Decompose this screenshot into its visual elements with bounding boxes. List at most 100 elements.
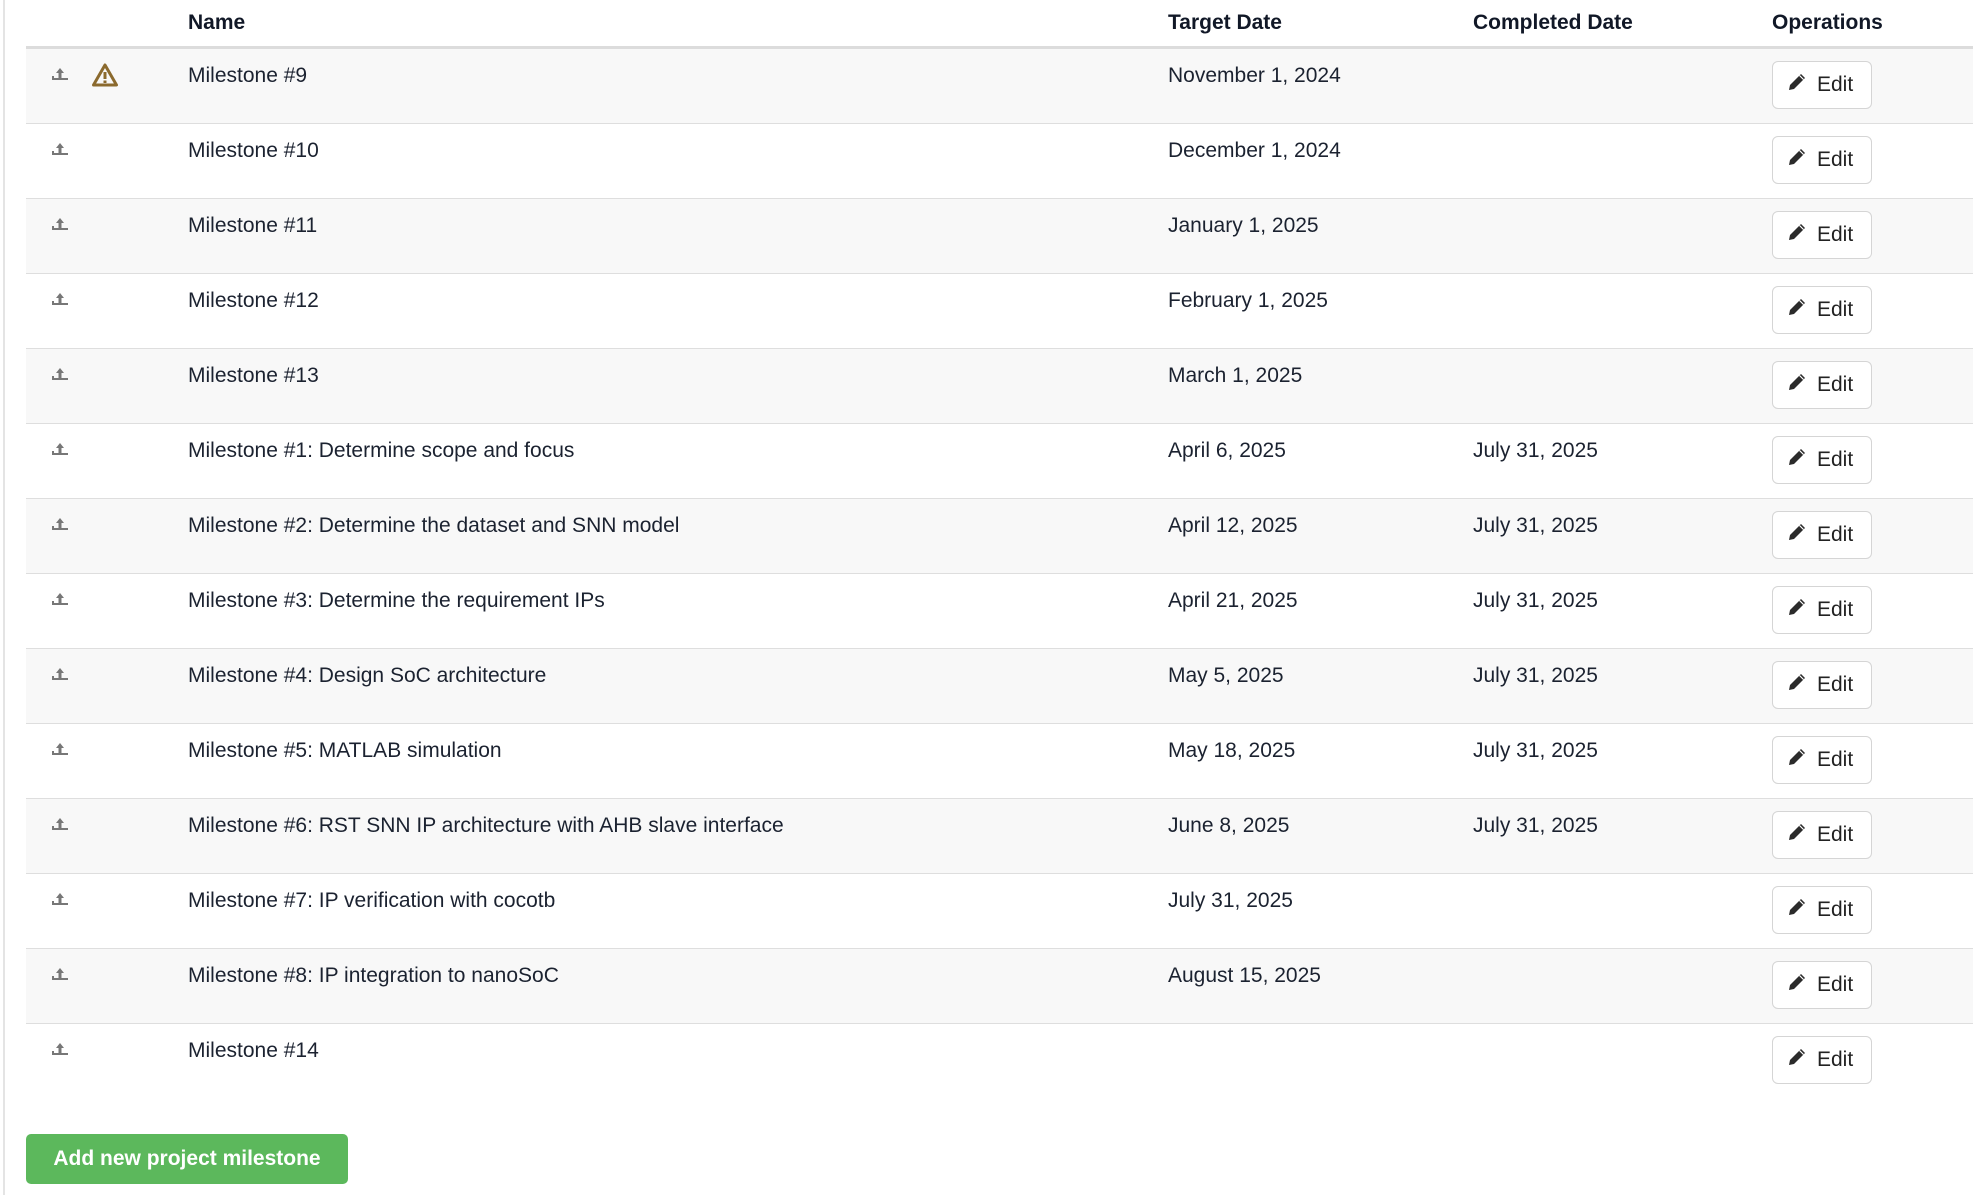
- header-name[interactable]: Name: [188, 0, 1168, 49]
- edit-label: Edit: [1817, 598, 1854, 621]
- target-date: June 8, 2025: [1168, 814, 1290, 837]
- reorder-icon[interactable]: [52, 588, 68, 605]
- completed-date: July 31, 2025: [1473, 739, 1598, 762]
- table-row: Milestone #1: Determine scope and focus A…: [26, 423, 1973, 499]
- completed-date: July 31, 2025: [1473, 814, 1598, 837]
- edit-label: Edit: [1817, 448, 1854, 471]
- edit-button[interactable]: Edit: [1772, 586, 1873, 634]
- milestone-name: Milestone #4: Design SoC architecture: [188, 664, 547, 687]
- table-row: Milestone #5: MATLAB simulation May 18, 2…: [26, 723, 1973, 799]
- edit-button[interactable]: Edit: [1772, 961, 1873, 1009]
- reorder-icon[interactable]: [52, 663, 68, 680]
- edit-button[interactable]: Edit: [1772, 361, 1873, 409]
- target-date: July 31, 2025: [1168, 889, 1293, 912]
- edit-label: Edit: [1817, 1048, 1854, 1071]
- reorder-icon[interactable]: [52, 363, 68, 380]
- pencil-icon: [1787, 222, 1807, 248]
- table-row: Milestone #6: RST SNN IP architecture wi…: [26, 798, 1973, 874]
- completed-date: July 31, 2025: [1473, 514, 1598, 537]
- edit-label: Edit: [1817, 823, 1854, 846]
- edit-label: Edit: [1817, 898, 1854, 921]
- edit-button[interactable]: Edit: [1772, 886, 1873, 934]
- edit-label: Edit: [1817, 373, 1854, 396]
- milestone-name: Milestone #2: Determine the dataset and …: [188, 514, 680, 537]
- pencil-icon: [1787, 822, 1807, 848]
- reorder-icon[interactable]: [52, 138, 68, 155]
- edit-label: Edit: [1817, 298, 1854, 321]
- pencil-icon: [1787, 447, 1807, 473]
- pencil-icon: [1787, 897, 1807, 923]
- completed-date: July 31, 2025: [1473, 664, 1598, 687]
- add-milestone-button[interactable]: Add new project milestone: [26, 1134, 348, 1184]
- milestones-table: Name Target Date Completed Date Operatio…: [26, 0, 1973, 1098]
- table-row: Milestone #3: Determine the requirement …: [26, 573, 1973, 649]
- table-header: Name Target Date Completed Date Operatio…: [26, 0, 1973, 49]
- reorder-icon[interactable]: [52, 288, 68, 305]
- pencil-icon: [1787, 72, 1807, 98]
- pencil-icon: [1787, 747, 1807, 773]
- table-row: Milestone #9 November 1, 2024 Edit: [26, 47, 1973, 124]
- target-date: February 1, 2025: [1168, 289, 1328, 312]
- milestone-name: Milestone #5: MATLAB simulation: [188, 739, 502, 762]
- milestone-name: Milestone #3: Determine the requirement …: [188, 589, 605, 612]
- target-date: April 12, 2025: [1168, 514, 1298, 537]
- left-border: [3, 0, 5, 1195]
- milestone-name: Milestone #13: [188, 364, 319, 387]
- table-row: Milestone #8: IP integration to nanoSoC A…: [26, 948, 1973, 1024]
- edit-button[interactable]: Edit: [1772, 511, 1873, 559]
- edit-label: Edit: [1817, 973, 1854, 996]
- edit-label: Edit: [1817, 148, 1854, 171]
- milestone-name: Milestone #10: [188, 139, 319, 162]
- milestone-name: Milestone #11: [188, 214, 318, 237]
- edit-button[interactable]: Edit: [1772, 61, 1873, 109]
- reorder-icon[interactable]: [52, 738, 68, 755]
- edit-button[interactable]: Edit: [1772, 811, 1873, 859]
- pencil-icon: [1787, 522, 1807, 548]
- edit-button[interactable]: Edit: [1772, 1036, 1873, 1084]
- reorder-icon[interactable]: [52, 213, 68, 230]
- reorder-icon[interactable]: [52, 63, 68, 80]
- milestone-name: Milestone #7: IP verification with cocot…: [188, 889, 556, 912]
- pencil-icon: [1787, 597, 1807, 623]
- edit-button[interactable]: Edit: [1772, 286, 1873, 334]
- header-completed-date[interactable]: Completed Date: [1473, 0, 1772, 49]
- edit-label: Edit: [1817, 748, 1854, 771]
- warning-icon: [92, 63, 118, 87]
- target-date: April 6, 2025: [1168, 439, 1286, 462]
- milestone-name: Milestone #1: Determine scope and focus: [188, 439, 575, 462]
- target-date: November 1, 2024: [1168, 64, 1341, 87]
- target-date: March 1, 2025: [1168, 364, 1303, 387]
- target-date: January 1, 2025: [1168, 214, 1319, 237]
- edit-button[interactable]: Edit: [1772, 136, 1873, 184]
- table-row: Milestone #10 December 1, 2024 Edit: [26, 123, 1973, 199]
- edit-label: Edit: [1817, 673, 1854, 696]
- pencil-icon: [1787, 372, 1807, 398]
- table-row: Milestone #13 March 1, 2025 Edit: [26, 348, 1973, 424]
- milestone-name: Milestone #6: RST SNN IP architecture wi…: [188, 814, 784, 837]
- edit-button[interactable]: Edit: [1772, 436, 1873, 484]
- reorder-icon[interactable]: [52, 513, 68, 530]
- edit-button[interactable]: Edit: [1772, 211, 1873, 259]
- pencil-icon: [1787, 1047, 1807, 1073]
- target-date: August 15, 2025: [1168, 964, 1321, 987]
- table-row: Milestone #12 February 1, 2025 Edit: [26, 273, 1973, 349]
- reorder-icon[interactable]: [52, 1038, 68, 1055]
- pencil-icon: [1787, 297, 1807, 323]
- pencil-icon: [1787, 147, 1807, 173]
- edit-label: Edit: [1817, 73, 1854, 96]
- milestone-name: Milestone #9: [188, 64, 308, 87]
- milestone-name: Milestone #14: [188, 1039, 319, 1062]
- edit-label: Edit: [1817, 223, 1854, 246]
- target-date: April 21, 2025: [1168, 589, 1298, 612]
- reorder-icon[interactable]: [52, 438, 68, 455]
- edit-button[interactable]: Edit: [1772, 736, 1873, 784]
- reorder-icon[interactable]: [52, 813, 68, 830]
- reorder-icon[interactable]: [52, 963, 68, 980]
- reorder-icon[interactable]: [52, 888, 68, 905]
- edit-button[interactable]: Edit: [1772, 661, 1873, 709]
- table-row: Milestone #7: IP verification with cocot…: [26, 873, 1973, 949]
- header-target-date[interactable]: Target Date: [1168, 0, 1473, 49]
- header-operations: Operations: [1772, 0, 1973, 49]
- target-date: May 5, 2025: [1168, 664, 1284, 687]
- edit-label: Edit: [1817, 523, 1854, 546]
